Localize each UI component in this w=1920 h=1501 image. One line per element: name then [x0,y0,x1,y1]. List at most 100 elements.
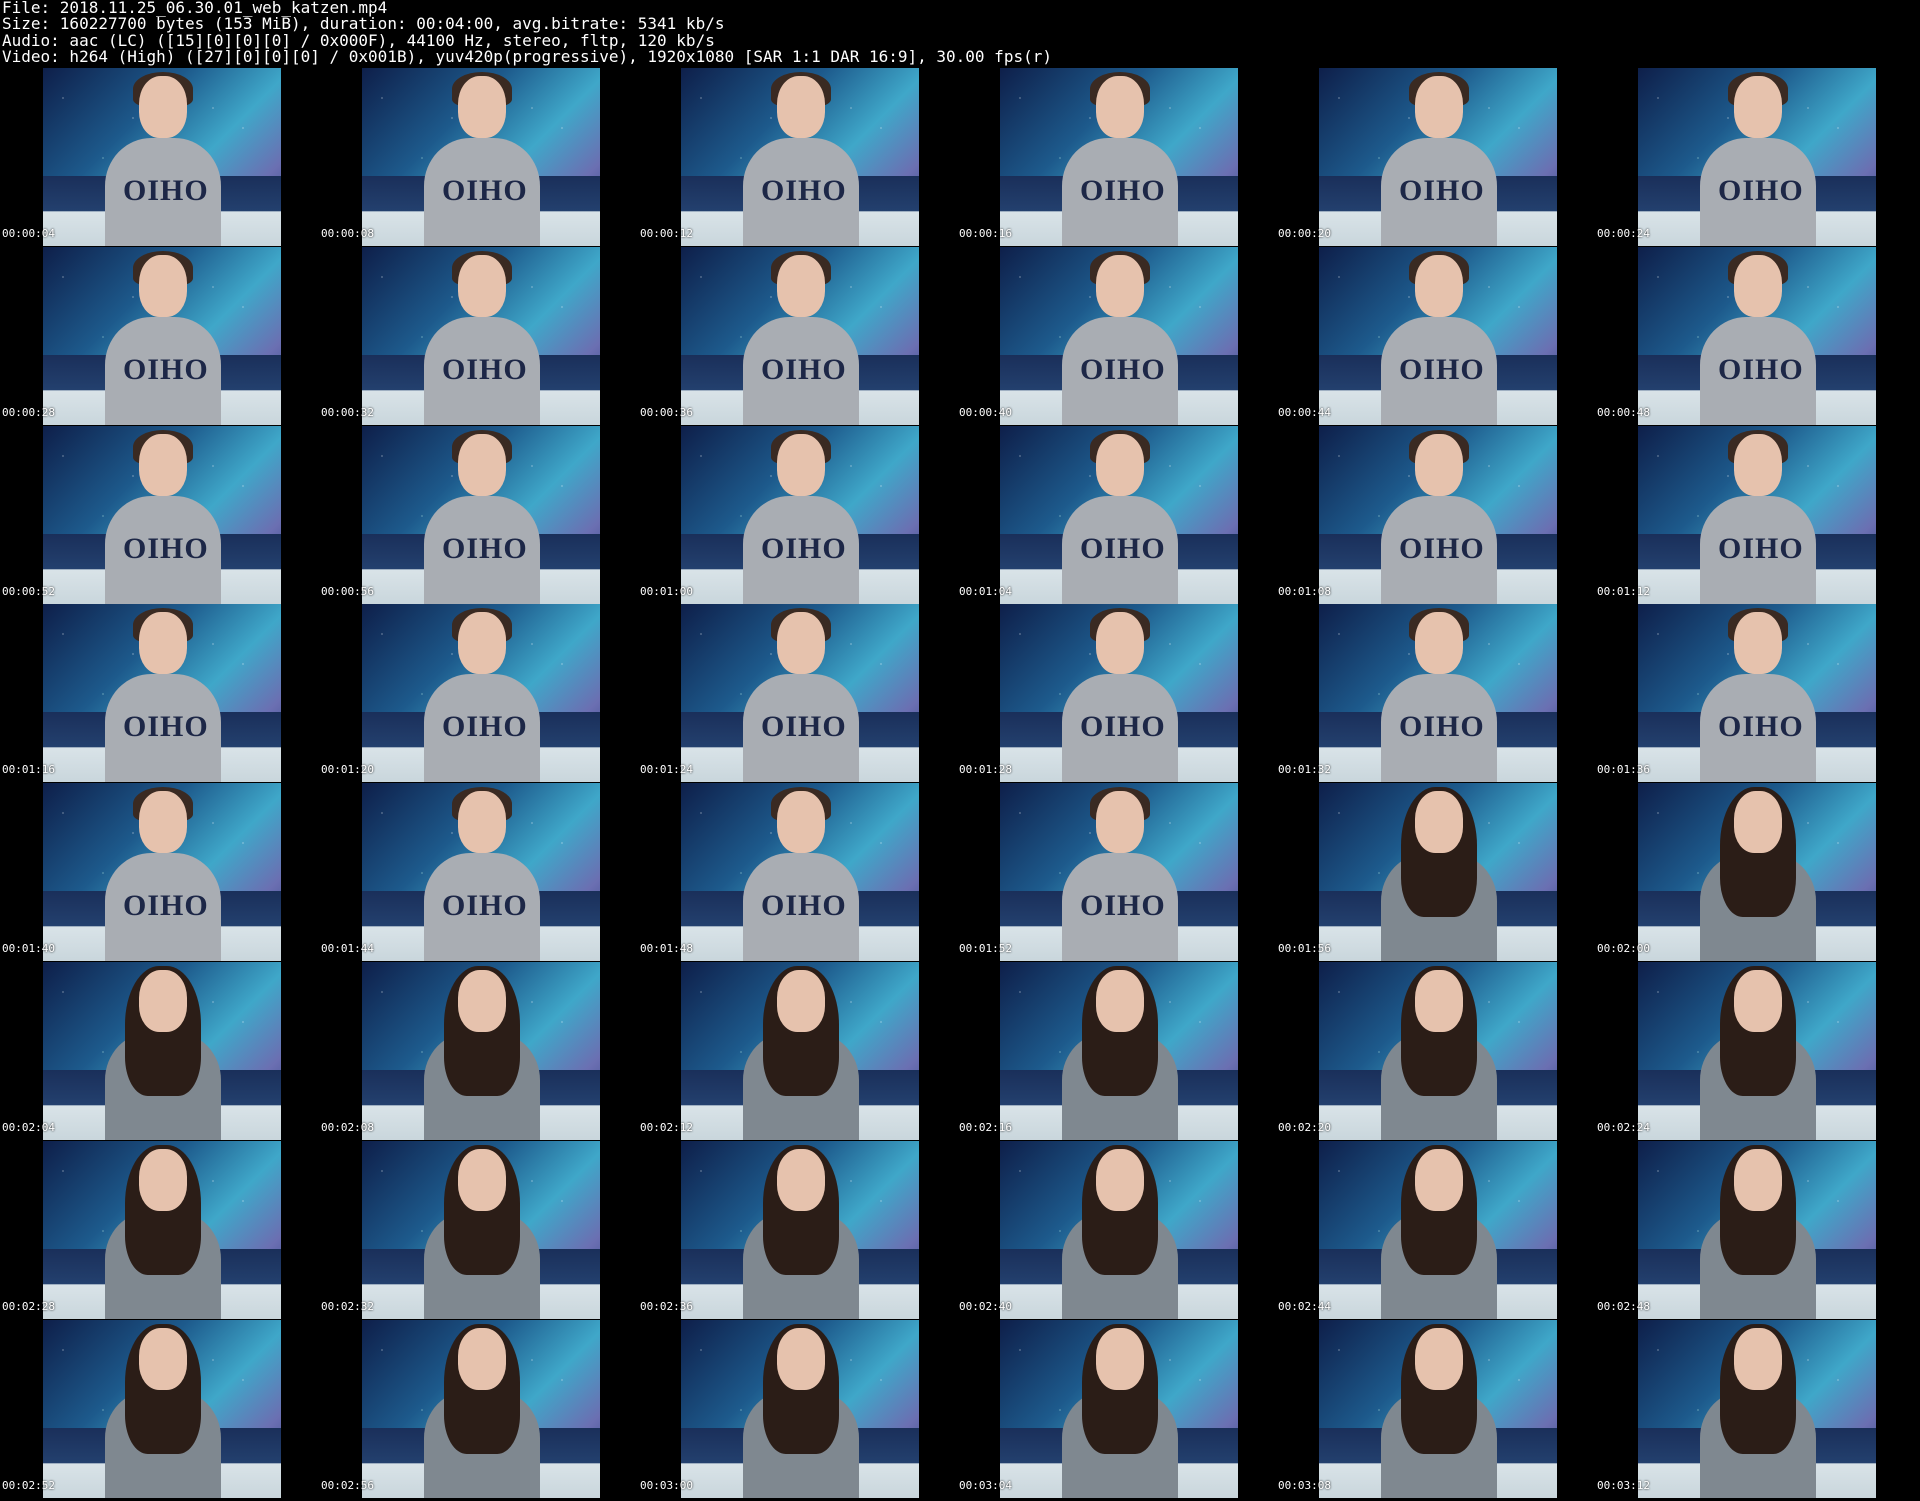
thumbnail-frame [681,783,919,962]
thumbnail-frame [43,1319,281,1498]
thumbnail-cell: 00:02:52 [0,1319,281,1498]
person-head [777,612,825,675]
thumbnail-cell: 00:01:40 [0,783,281,962]
person-head [458,254,506,317]
person-body [1700,674,1816,783]
thumbnail-frame [362,246,600,425]
thumbnail-frame [1319,962,1557,1140]
thumbnail-cell: 00:02:24 [1595,962,1876,1140]
person-head [1415,1327,1463,1390]
person-body [1381,495,1497,604]
thumbnail-cell: 00:01:52 [957,783,1238,962]
person-figure [105,72,221,246]
person-head [139,254,187,317]
thumbnail-frame [1000,425,1238,604]
thumbnail-frame [362,1140,600,1319]
thumbnail-frame [1319,1140,1557,1319]
thumbnail-frame [1319,68,1557,246]
thumbnail-timestamp: 00:01:44 [321,942,374,956]
thumbnail-frame [1319,425,1557,604]
person-body [743,674,859,783]
thumbnail-timestamp: 00:01:08 [1278,584,1331,598]
thumbnail-frame [362,783,600,962]
thumbnail-cell: 00:00:56 [319,425,600,604]
thumbnail-frame [681,604,919,783]
person-figure [1700,608,1816,783]
thumbnail-frame [681,246,919,425]
thumbnail-timestamp: 00:00:40 [959,405,1012,419]
thumbnail-frame [1000,246,1238,425]
thumbnail-timestamp: 00:02:56 [321,1478,374,1492]
person-figure [743,608,859,783]
person-head [139,1148,187,1211]
thumbnail-timestamp: 00:01:48 [640,942,693,956]
person-head [458,970,506,1032]
thumbnail-frame [681,962,919,1140]
thumbnail-timestamp: 00:02:20 [1278,1121,1331,1134]
person-head [1096,1327,1144,1390]
thumbnail-cell: 00:02:48 [1595,1140,1876,1319]
person-head [1415,612,1463,675]
person-head [1096,76,1144,138]
person-figure [1062,250,1178,425]
thumbnail-cell: 00:01:56 [1276,783,1557,962]
person-head [1415,254,1463,317]
thumbnail-timestamp: 00:01:20 [321,763,374,777]
person-figure [1700,72,1816,246]
thumbnail-timestamp: 00:00:36 [640,405,693,419]
person-head [1734,791,1782,854]
thumbnail-frame [1638,1140,1876,1319]
person-figure [1062,966,1178,1140]
thumbnail-timestamp: 00:00:28 [2,405,55,419]
thumbnail-frame [362,1319,600,1498]
person-body [1062,853,1178,962]
person-head [777,791,825,854]
person-figure [1062,429,1178,604]
thumbnail-frame [1000,68,1238,246]
thumbnail-timestamp: 00:02:12 [640,1121,693,1134]
person-figure [1381,250,1497,425]
person-body [743,853,859,962]
person-head [1734,433,1782,496]
person-body [1381,674,1497,783]
person-head [139,791,187,854]
thumbnail-cell: 00:01:32 [1276,604,1557,783]
thumbnail-timestamp: 00:00:52 [2,584,55,598]
thumbnail-timestamp: 00:02:24 [1597,1121,1650,1134]
thumbnail-frame [362,962,600,1140]
person-figure [1381,608,1497,783]
thumbnail-cell: 00:00:48 [1595,246,1876,425]
thumbnail-timestamp: 00:00:48 [1597,405,1650,419]
thumbnail-cell: 00:02:32 [319,1140,600,1319]
person-head [1096,791,1144,854]
thumbnail-frame [1638,783,1876,962]
person-head [1096,254,1144,317]
thumbnail-cell: 00:01:20 [319,604,600,783]
person-figure [1062,1144,1178,1319]
person-figure [1062,608,1178,783]
thumbnail-frame [1638,604,1876,783]
thumbnail-cell: 00:01:28 [957,604,1238,783]
person-head [1415,76,1463,138]
person-body [105,674,221,783]
thumbnail-timestamp: 00:01:32 [1278,763,1331,777]
thumbnail-cell: 00:00:28 [0,246,281,425]
person-body [105,853,221,962]
thumbnail-timestamp: 00:02:40 [959,1299,1012,1313]
thumbnail-frame [681,425,919,604]
person-body [1062,674,1178,783]
thumbnail-cell: 00:03:00 [638,1319,919,1498]
thumbnail-frame [1319,783,1557,962]
person-body [743,495,859,604]
thumbnail-cell: 00:00:04 [0,68,281,246]
thumbnail-timestamp: 00:03:08 [1278,1478,1331,1492]
person-figure [1381,1323,1497,1498]
thumbnail-frame [1638,425,1876,604]
thumbnail-frame [43,68,281,246]
thumbnail-cell: 00:01:08 [1276,425,1557,604]
thumbnail-timestamp: 00:00:44 [1278,405,1331,419]
thumbnail-timestamp: 00:01:16 [2,763,55,777]
thumbnail-cell: 00:00:20 [1276,68,1557,246]
thumbnail-timestamp: 00:00:32 [321,405,374,419]
person-head [777,433,825,496]
